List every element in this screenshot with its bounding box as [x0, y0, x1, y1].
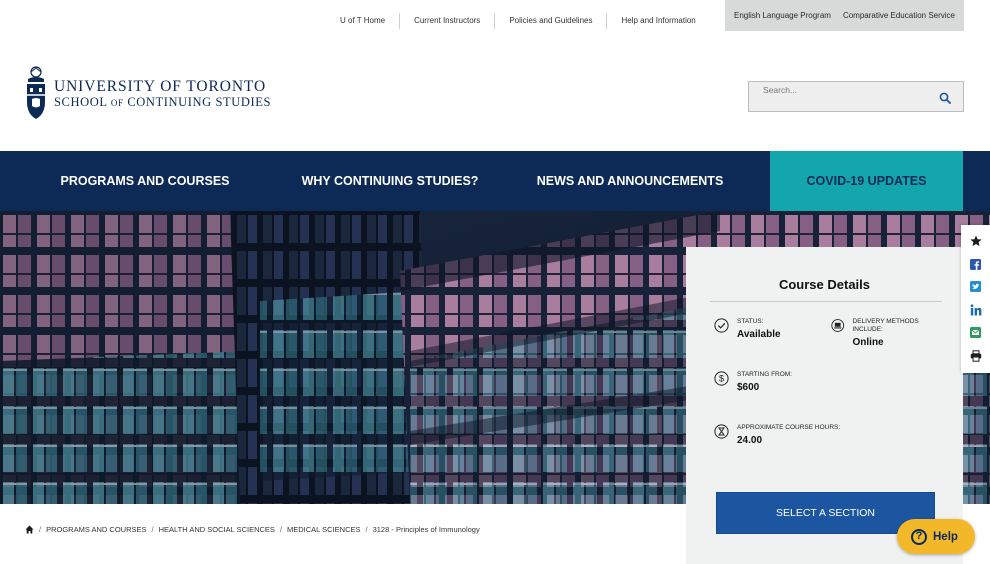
help-label: Help: [933, 530, 958, 543]
price-value: $600: [737, 382, 760, 393]
util-link-uoft-home[interactable]: U of T Home: [326, 13, 401, 29]
nav-covid-updates[interactable]: COVID-19 UPDATES: [770, 151, 963, 211]
util-link-comparative-education[interactable]: Comparative Education Service: [843, 11, 955, 20]
svg-text:$: $: [719, 374, 724, 384]
help-button[interactable]: ? Help: [897, 519, 975, 554]
search-input[interactable]: [763, 85, 933, 95]
logo-university-name: UNIVERSITY OF TORONTO: [54, 77, 267, 95]
course-details-panel: Course Details STATUS: Available DELIVER…: [686, 247, 963, 564]
logo-school-name: SCHOOL OF CONTINUING STUDIES: [54, 94, 272, 109]
dollar-icon: $: [714, 371, 729, 386]
site-logo[interactable]: UNIVERSITY OF TORONTO SCHOOL OF CONTINUI…: [24, 66, 271, 122]
status-label: STATUS:: [737, 318, 764, 325]
search-box: [748, 81, 964, 112]
breadcrumb-current-course: 3128 - Principles of Immunology: [372, 525, 480, 534]
price-label: STARTING FROM:: [737, 371, 793, 378]
utility-grey-bar: English Language Program Comparative Edu…: [725, 0, 964, 31]
hourglass-icon: [714, 424, 729, 439]
email-icon[interactable]: [970, 327, 982, 338]
nav-why-continuing-studies[interactable]: WHY CONTINUING STUDIES?: [290, 151, 490, 211]
util-link-help-info[interactable]: Help and Information: [607, 13, 709, 29]
hours-value: 24.00: [737, 435, 763, 446]
facebook-icon[interactable]: [970, 258, 982, 270]
search-icon[interactable]: [939, 92, 951, 104]
breadcrumb-programs-and-courses[interactable]: PROGRAMS AND COURSES: [46, 525, 146, 534]
delivery-value: Online: [852, 337, 884, 348]
status-value: Available: [737, 329, 781, 340]
course-details-title: Course Details: [778, 277, 871, 292]
divider: [710, 301, 942, 302]
detail-status: STATUS: Available: [714, 318, 781, 340]
linkedin-icon[interactable]: [970, 303, 982, 316]
breadcrumb-health-social-sciences[interactable]: HEALTH AND SOCIAL SCIENCES: [159, 525, 275, 534]
share-bar: [961, 225, 990, 373]
twitter-icon[interactable]: [970, 281, 982, 292]
util-link-current-instructors[interactable]: Current Instructors: [400, 13, 496, 29]
delivery-label: DELIVERY METHODS INCLUDE:: [852, 318, 919, 333]
main-nav: PROGRAMS AND COURSES WHY CONTINUING STUD…: [0, 151, 990, 211]
breadcrumb: / PROGRAMS AND COURSES / HEALTH AND SOCI…: [25, 525, 480, 534]
nav-news-and-announcements[interactable]: NEWS AND ANNOUNCEMENTS: [490, 151, 770, 211]
util-link-policies[interactable]: Policies and Guidelines: [495, 13, 608, 29]
crest-icon: [27, 66, 45, 119]
detail-price: $ STARTING FROM: $600: [714, 371, 792, 393]
home-icon[interactable]: [25, 525, 34, 534]
util-link-english-language[interactable]: English Language Program: [734, 11, 831, 20]
laptop-icon: [831, 319, 845, 332]
checkmark-circle-icon: [714, 318, 729, 333]
hours-label: APPROXIMATE COURSE HOURS:: [737, 424, 841, 431]
star-icon[interactable]: [969, 235, 982, 247]
detail-hours: APPROXIMATE COURSE HOURS: 24.00: [714, 424, 840, 446]
nav-programs-and-courses[interactable]: PROGRAMS AND COURSES: [0, 151, 290, 211]
detail-delivery: DELIVERY METHODS INCLUDE: Online: [831, 318, 941, 348]
breadcrumb-medical-sciences[interactable]: MEDICAL SCIENCES: [287, 525, 361, 534]
print-icon[interactable]: [970, 349, 982, 362]
logo-text: UNIVERSITY OF TORONTO SCHOOL OF CONTINUI…: [54, 77, 272, 110]
question-mark-icon: ?: [911, 528, 927, 545]
utility-nav: U of T Home Current Instructors Policies…: [326, 13, 710, 29]
